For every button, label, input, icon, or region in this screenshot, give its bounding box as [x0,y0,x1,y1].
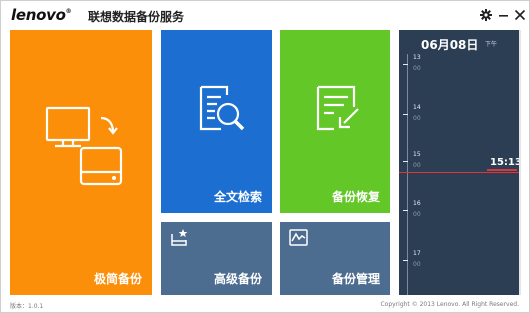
timeline-hour-label: 14 [413,104,421,111]
timeline-tick [403,161,408,162]
chart-panel-icon [289,229,308,246]
full-text-search-tile[interactable]: 全文检索 [161,30,272,213]
title-bar: lenovo® 联想数据备份服务 [1,1,529,29]
lenovo-logo: lenovo® [11,6,72,24]
timeline-tick [403,210,408,211]
logo-text: lenovo [11,6,66,24]
settings-gear-icon[interactable] [479,7,493,21]
app-title: 联想数据备份服务 [88,10,185,24]
computer-to-drive-backup-icon [45,106,123,186]
timeline-minute-label: 00 [413,162,421,169]
backup-restore-tile[interactable]: 备份恢复 [280,30,390,213]
timeline-hour-label: 16 [413,200,421,207]
timeline-date: 06月08日 [421,38,479,52]
footer: 版本：1.0.1 Copyright © 2013 Lenovo. All Ri… [1,299,529,313]
copyright-text: Copyright © 2013 Lenovo. All Right Reser… [380,301,519,308]
document-restore-icon [316,85,359,131]
minimize-icon[interactable] [497,7,511,21]
timeline-tick [403,64,408,65]
timeline-scrollbar[interactable] [519,30,521,295]
timeline-minute-label: 00 [413,65,421,72]
simple-backup-label: 极简备份 [93,272,142,286]
logo-registered-mark: ® [65,8,72,15]
timeline-ampm: 下午 [485,41,498,48]
timeline-panel[interactable]: 06月08日 下午 13 00 14 00 15 00 16 00 17 00 … [399,30,521,295]
full-text-search-label: 全文检索 [213,190,262,204]
timeline-minute-label: 00 [413,261,421,268]
current-time-line [399,172,521,173]
advanced-backup-label: 高级备份 [213,272,262,286]
current-time-marker [487,169,517,171]
app-window: lenovo® 联想数据备份服务 极简备份 全文检索 备份恢复 高级备份 备份管… [0,0,530,313]
current-time-label: 15:13 [490,157,521,168]
simple-backup-tile[interactable]: 极简备份 [10,30,152,295]
timeline-tick [403,114,408,115]
timeline-minute-label: 00 [413,211,421,218]
timeline-hour-label: 15 [413,151,421,158]
timeline-axis [407,54,408,295]
drive-star-icon [171,229,188,246]
timeline-minute-label: 00 [413,115,421,122]
backup-manage-label: 备份管理 [331,272,380,286]
version-text: 版本：1.0.1 [10,303,44,310]
backup-restore-label: 备份恢复 [331,190,380,204]
advanced-backup-tile[interactable]: 高级备份 [161,222,272,295]
timeline-tick [403,260,408,261]
backup-manage-tile[interactable]: 备份管理 [280,222,390,295]
close-icon[interactable] [513,7,527,21]
timeline-hour-label: 13 [413,54,421,61]
timeline-hour-label: 17 [413,250,421,257]
document-search-icon [199,85,245,131]
